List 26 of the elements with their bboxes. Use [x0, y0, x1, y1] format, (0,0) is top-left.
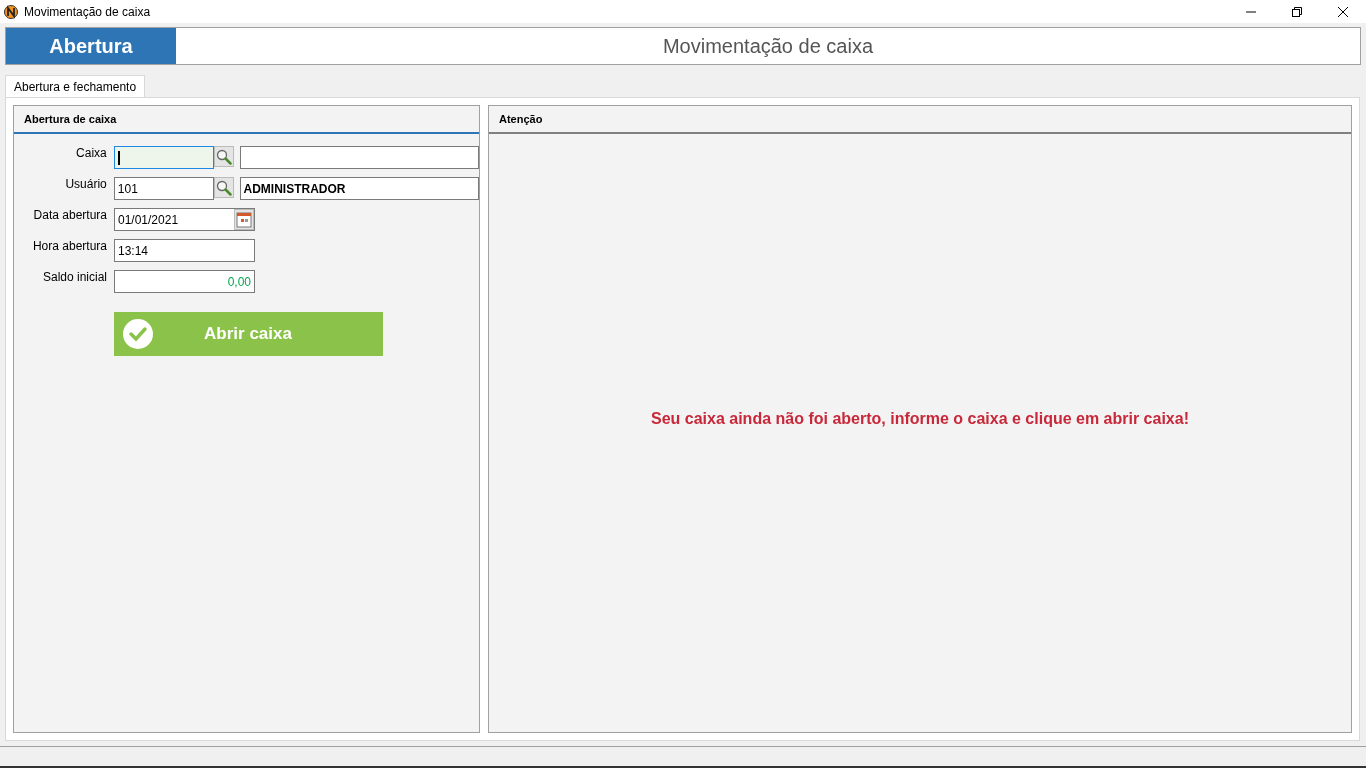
- close-icon: [1337, 5, 1349, 18]
- search-icon: [215, 179, 232, 196]
- window-title: Movimentação de caixa: [24, 4, 152, 19]
- warning-message: Seu caixa ainda não foi aberto, informe o caixa e clique em abrir caixa!: [651, 410, 1189, 428]
- app-logo-icon: [4, 4, 18, 19]
- tab[interactable]: Abertura e fechamento: [5, 75, 146, 97]
- calendar-icon: [236, 211, 252, 228]
- restore-icon: [1291, 5, 1303, 18]
- field-label: Saldo inicial: [41, 270, 107, 284]
- input-field[interactable]: [239, 146, 479, 169]
- header-title: Movimentação de caixa: [661, 33, 875, 59]
- field-label: Hora abertura: [31, 239, 107, 253]
- calendar-button[interactable]: [234, 209, 254, 230]
- input-field[interactable]: 101: [113, 177, 214, 200]
- field-label: Caixa: [75, 146, 107, 160]
- input-field[interactable]: 01/01/2021: [114, 208, 255, 231]
- input-field[interactable]: [113, 146, 214, 169]
- panel-title: Atenção: [489, 106, 1351, 134]
- section-badge: Abertura: [6, 28, 176, 64]
- search-icon: [215, 148, 232, 165]
- input-field[interactable]: ADMINISTRADOR: [239, 177, 479, 200]
- input-field[interactable]: 13:14: [114, 239, 255, 262]
- field-label: Usuário: [64, 177, 107, 191]
- field-label: Data abertura: [32, 208, 107, 222]
- panel-title: Abertura de caixa: [14, 106, 479, 134]
- check-icon: [123, 319, 153, 349]
